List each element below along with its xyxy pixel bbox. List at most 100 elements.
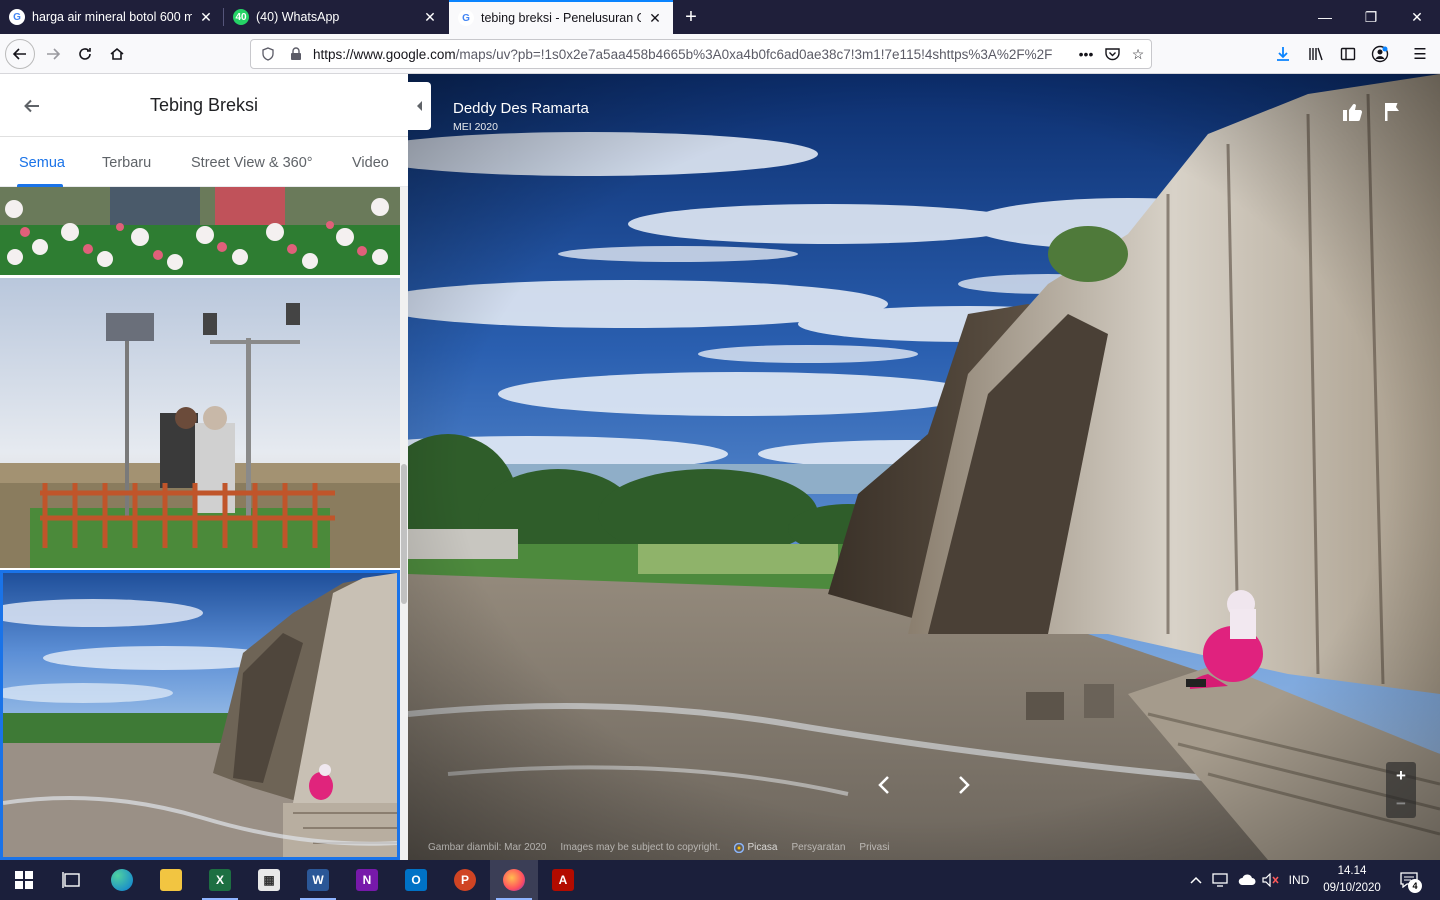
start-button[interactable]: [0, 860, 48, 900]
store-icon: ▦: [258, 869, 280, 891]
onenote-icon: N: [356, 869, 378, 891]
outlook-taskbar-button[interactable]: O: [392, 860, 440, 900]
tab-tebing-breksi[interactable]: G tebing breksi - Penelusuran Go ✕: [449, 0, 673, 34]
close-tab-icon[interactable]: ✕: [198, 9, 214, 25]
tab-title: (40) WhatsApp: [256, 10, 340, 24]
picasa-source[interactable]: Picasa: [734, 842, 777, 853]
forward-button[interactable]: [38, 39, 68, 69]
navigation-toolbar: https://www.google.com/maps/uv?pb=!1s0x2…: [0, 34, 1440, 74]
next-photo-button[interactable]: [949, 770, 979, 800]
page-actions-icon[interactable]: •••: [1073, 41, 1099, 67]
copyright-text: Images may be subject to copyright.: [560, 842, 721, 853]
tab-video[interactable]: Video: [352, 155, 389, 171]
back-button[interactable]: [5, 39, 35, 69]
restore-button[interactable]: ❐: [1348, 0, 1394, 34]
home-button[interactable]: [102, 39, 132, 69]
photo-viewer: Deddy Des Ramarta MEI 2020 + − Gambar di…: [408, 74, 1440, 860]
photo-thumbnail[interactable]: [0, 278, 400, 568]
downloads-icon[interactable]: [1268, 39, 1298, 69]
acrobat-taskbar-button[interactable]: A: [539, 860, 587, 900]
reload-button[interactable]: [70, 39, 100, 69]
store-taskbar-button[interactable]: ▦: [245, 860, 293, 900]
new-tab-button[interactable]: +: [680, 5, 702, 29]
word-taskbar-button[interactable]: W: [294, 860, 342, 900]
onenote-taskbar-button[interactable]: N: [343, 860, 391, 900]
notification-count-badge: 4: [1408, 879, 1422, 893]
url-text[interactable]: https://www.google.com/maps/uv?pb=!1s0x2…: [307, 47, 1073, 62]
privacy-link[interactable]: Privasi: [859, 842, 889, 853]
onedrive-icon[interactable]: [1236, 860, 1258, 900]
clock-date: 09/10/2020: [1323, 882, 1381, 894]
close-tab-icon[interactable]: ✕: [647, 10, 663, 26]
bookmark-star-icon[interactable]: ☆: [1125, 41, 1151, 67]
chevron-left-icon: [878, 776, 889, 794]
task-view-button[interactable]: [48, 860, 96, 900]
powerpoint-icon: P: [454, 869, 476, 891]
account-icon[interactable]: [1365, 39, 1395, 69]
close-tab-icon[interactable]: ✕: [422, 9, 438, 25]
powerpoint-taskbar-button[interactable]: P: [441, 860, 489, 900]
tab-whatsapp[interactable]: 40 (40) WhatsApp ✕: [224, 0, 448, 34]
place-title: Tebing Breksi: [149, 95, 259, 115]
language-indicator[interactable]: IND: [1284, 860, 1314, 900]
caret-left-icon: [416, 101, 422, 111]
whatsapp-icon: 40: [233, 9, 249, 25]
photo-author[interactable]: Deddy Des Ramarta: [453, 100, 589, 117]
network-icon[interactable]: [1210, 860, 1232, 900]
arrow-left-icon: [12, 48, 26, 60]
main-photo[interactable]: [408, 74, 1440, 860]
address-bar[interactable]: https://www.google.com/maps/uv?pb=!1s0x2…: [250, 39, 1152, 69]
task-view-icon: [62, 872, 80, 888]
windows-taskbar: X ▦ W N O P A IND 14.14 09/10/2020 4: [0, 860, 1440, 900]
volume-muted-icon[interactable]: [1260, 860, 1282, 900]
menu-icon[interactable]: ☰: [1405, 39, 1435, 69]
zoom-out-button[interactable]: −: [1386, 790, 1416, 818]
chevron-up-icon: [1190, 876, 1202, 884]
system-clock[interactable]: 14.14 09/10/2020: [1318, 863, 1386, 897]
arrow-right-icon: [47, 48, 61, 60]
photo-category-tabs: Semua Terbaru Street View & 360° Video: [0, 137, 408, 187]
capture-date-text: Gambar diambil: Mar 2020: [428, 842, 547, 853]
start-icon: [15, 871, 33, 889]
firefox-taskbar-button[interactable]: [490, 860, 538, 900]
close-window-button[interactable]: ✕: [1394, 0, 1440, 34]
terms-link[interactable]: Persyaratan: [791, 842, 845, 853]
scrollbar-thumb[interactable]: [401, 464, 407, 604]
tab-street-view[interactable]: Street View & 360°: [191, 155, 313, 171]
photo-list: [0, 187, 400, 860]
tab-title: harga air mineral botol 600 ml |: [32, 10, 192, 24]
panel-header: Tebing Breksi: [0, 74, 408, 137]
thumbs-up-icon[interactable]: [1338, 97, 1368, 127]
tracking-shield-icon[interactable]: [257, 43, 279, 65]
zoom-control: + −: [1386, 762, 1416, 818]
show-hidden-icons-button[interactable]: [1186, 860, 1206, 900]
edge-taskbar-button[interactable]: [98, 860, 146, 900]
picasa-icon: [734, 842, 745, 853]
excel-taskbar-button[interactable]: X: [196, 860, 244, 900]
tab-semua[interactable]: Semua: [19, 155, 65, 171]
previous-photo-button[interactable]: [869, 770, 899, 800]
tab-title: tebing breksi - Penelusuran Go: [481, 11, 641, 25]
library-icon[interactable]: [1301, 39, 1331, 69]
lock-icon[interactable]: [285, 43, 307, 65]
photo-date: MEI 2020: [453, 121, 498, 133]
photo-footer: Gambar diambil: Mar 2020 Images may be s…: [428, 842, 889, 853]
acrobat-icon: A: [552, 869, 574, 891]
tab-harga-air[interactable]: G harga air mineral botol 600 ml | ✕: [0, 0, 224, 34]
file-explorer-icon: [160, 869, 182, 891]
reload-icon: [79, 48, 91, 60]
tab-terbaru[interactable]: Terbaru: [102, 155, 151, 171]
edge-icon: [111, 869, 133, 891]
clock-time: 14.14: [1337, 865, 1367, 877]
pocket-icon[interactable]: [1099, 41, 1125, 67]
file-explorer-taskbar-button[interactable]: [147, 860, 195, 900]
flag-icon[interactable]: [1378, 97, 1408, 127]
photos-side-panel: Tebing Breksi Semua Terbaru Street View …: [0, 74, 408, 860]
minimize-button[interactable]: —: [1302, 0, 1348, 34]
photo-thumbnail[interactable]: [0, 187, 400, 275]
zoom-in-button[interactable]: +: [1386, 762, 1416, 790]
collapse-panel-button[interactable]: [408, 82, 431, 130]
chevron-right-icon: [959, 776, 970, 794]
photo-thumbnail-selected[interactable]: [0, 570, 400, 860]
sidebar-icon[interactable]: [1333, 39, 1363, 69]
